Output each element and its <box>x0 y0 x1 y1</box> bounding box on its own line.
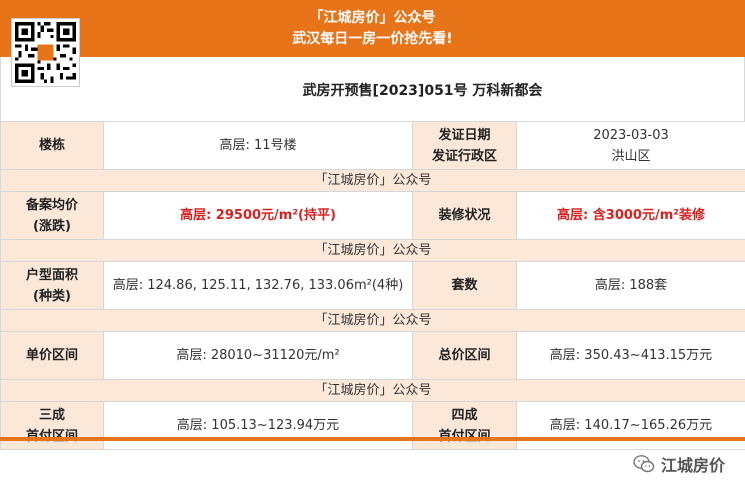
unit-count-label: 套数 <box>412 261 517 310</box>
separator-text: 「江城房价」公众号 <box>0 169 745 192</box>
down-payment-30-label-line2: 首付区间 <box>25 428 78 444</box>
separator-text: 「江城房价」公众号 <box>0 379 745 402</box>
separator-row: 「江城房价」公众号 <box>0 239 745 262</box>
avg-price-value: 高层: 29500元/m²(持平) <box>103 191 413 240</box>
separator-text: 「江城房价」公众号 <box>0 309 745 332</box>
separator-text: 「江城房价」公众号 <box>0 239 745 262</box>
permit-date-value: 2023-03-03 <box>593 127 669 143</box>
avg-price-label-line1: 备案均价 <box>25 197 78 213</box>
header-banner: 「江城房价」公众号 武汉每日一房一价抢先看! <box>0 0 745 57</box>
down-payment-40-label-line2: 首付区间 <box>438 428 491 444</box>
wechat-icon <box>633 454 655 474</box>
header-account-name: 「江城房价」公众号 <box>309 10 436 26</box>
down-payment-40-label-line1: 四成 <box>451 407 478 423</box>
building-label: 楼栋 <box>0 121 104 170</box>
header-slogan: 武汉每日一房一价抢先看! <box>292 31 453 47</box>
total-price-range-value: 高层: 350.43~413.15万元 <box>516 331 745 380</box>
unit-price-range-label: 单价区间 <box>0 331 104 380</box>
decoration-label: 装修状况 <box>412 191 517 240</box>
table-row: 三成 首付区间 高层: 105.13~123.94万元 四成 首付区间 高层: … <box>0 401 745 450</box>
decoration-value: 高层: 含3000元/m²装修 <box>516 191 745 240</box>
permit-date-label: 发证日期 <box>438 127 491 143</box>
permit-district-label: 发证行政区 <box>431 148 497 164</box>
table-row: 备案均价 (涨跌) 高层: 29500元/m²(持平) 装修状况 高层: 含30… <box>0 191 745 240</box>
project-title: 武房开预售[2023]051号 万科新都会 <box>302 83 543 99</box>
title-row: 武房开预售[2023]051号 万科新都会 <box>0 57 745 121</box>
permit-district-value: 洪山区 <box>611 148 651 164</box>
table-row: 户型面积 (种类) 高层: 124.86, 125.11, 132.76, 13… <box>0 261 745 310</box>
watermark-text: 江城房价 <box>660 456 725 475</box>
avg-price-label: 备案均价 (涨跌) <box>0 191 104 240</box>
bottom-accent-rule <box>0 437 745 441</box>
unit-area-label: 户型面积 (种类) <box>0 261 104 310</box>
down-payment-40-label: 四成 首付区间 <box>412 401 517 450</box>
watermark: 江城房价 <box>633 451 725 477</box>
permit-labels: 发证日期 发证行政区 <box>412 121 517 170</box>
avg-price-label-line2: (涨跌) <box>33 218 71 234</box>
unit-area-label-line1: 户型面积 <box>25 267 78 283</box>
building-value: 高层: 11号楼 <box>103 121 413 170</box>
total-price-range-label: 总价区间 <box>412 331 517 380</box>
separator-row: 「江城房价」公众号 <box>0 309 745 332</box>
table-row: 单价区间 高层: 28010~31120元/m² 总价区间 高层: 350.43… <box>0 331 745 380</box>
down-payment-40-value: 高层: 140.17~165.26万元 <box>516 401 745 450</box>
separator-row: 「江城房价」公众号 <box>0 379 745 402</box>
separator-row: 「江城房价」公众号 <box>0 169 745 192</box>
unit-area-value: 高层: 124.86, 125.11, 132.76, 133.06m²(4种) <box>103 261 413 310</box>
down-payment-30-value: 高层: 105.13~123.94万元 <box>103 401 413 450</box>
housing-info-table: 楼栋 高层: 11号楼 发证日期 发证行政区 2023-03-03 洪山区 「江… <box>0 121 745 450</box>
page: 「江城房价」公众号 武汉每日一房一价抢先看! 武房开预售[2023]051号 万… <box>0 0 745 494</box>
down-payment-30-label-line1: 三成 <box>38 407 65 423</box>
unit-count-value: 高层: 188套 <box>516 261 745 310</box>
down-payment-30-label: 三成 首付区间 <box>0 401 104 450</box>
unit-area-label-line2: (种类) <box>33 288 71 304</box>
table-row: 楼栋 高层: 11号楼 发证日期 发证行政区 2023-03-03 洪山区 <box>0 121 745 170</box>
permit-values: 2023-03-03 洪山区 <box>516 121 745 170</box>
unit-price-range-value: 高层: 28010~31120元/m² <box>103 331 413 380</box>
